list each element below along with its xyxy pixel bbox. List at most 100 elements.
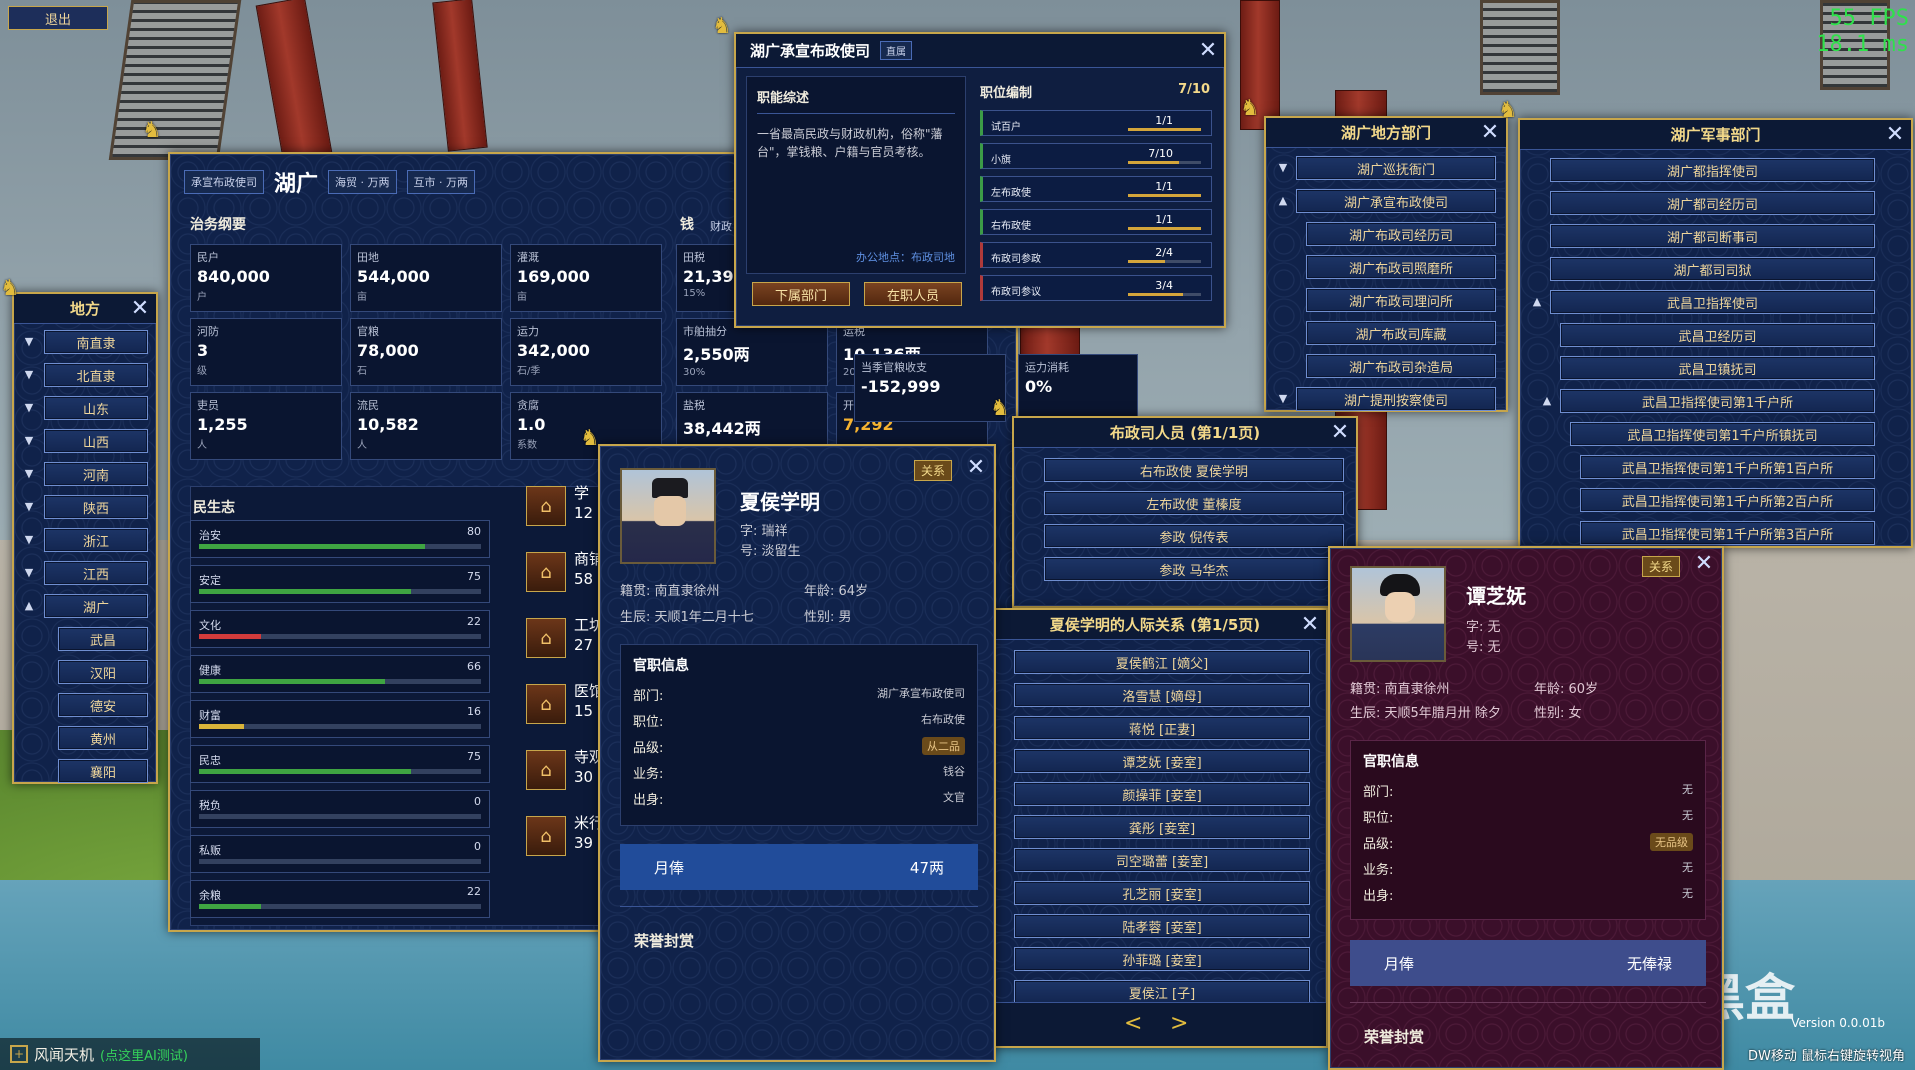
building-icon[interactable]: ⌂ (526, 816, 566, 856)
dept-item[interactable]: 湖广承宣布政使司 (1296, 189, 1496, 213)
dept-item[interactable]: 武昌卫经历司 (1560, 323, 1875, 347)
dept-item[interactable]: 武昌卫指挥使司第1千户所第1百户所 (1580, 455, 1875, 479)
office-location[interactable]: 办公地点：布政司地 (856, 249, 955, 265)
close-icon[interactable]: ✕ (1300, 614, 1320, 636)
relation-item[interactable]: 夏侯鹤江 [嫡父] (1014, 650, 1310, 674)
sub-region-item[interactable]: 武昌 (58, 627, 148, 651)
post-slot[interactable]: 布政司参议 3/4 (980, 275, 1212, 301)
chevron-down-icon[interactable]: ▼ (22, 368, 36, 382)
rumor-hint[interactable]: (点这里AI测试) (100, 1045, 188, 1064)
chevron-down-icon[interactable]: ▼ (22, 566, 36, 580)
dept-item[interactable]: 武昌卫镇抚司 (1560, 356, 1875, 380)
close-icon[interactable]: ✕ (1198, 40, 1218, 62)
relation-item[interactable]: 孙菲璐 [妾室] (1014, 947, 1310, 971)
close-icon[interactable]: ✕ (1694, 553, 1714, 575)
building-icon[interactable]: ⌂ (526, 618, 566, 658)
livelihood-label: 安定 (199, 574, 221, 587)
region-item[interactable]: 山西 (44, 429, 148, 453)
border-trade-tag: 互市 · 万两 (406, 170, 476, 194)
dept-item[interactable]: 武昌卫指挥使司第1千户所第2百户所 (1580, 488, 1875, 512)
dept-item[interactable]: 湖广都司经历司 (1550, 191, 1875, 215)
dept-item[interactable]: 湖广巡抚衙门 (1296, 156, 1496, 180)
dept-item[interactable]: 湖广布政司经历司 (1306, 222, 1496, 246)
relation-item[interactable]: 陆孝蓉 [妾室] (1014, 914, 1310, 938)
dept-item[interactable]: 武昌卫指挥使司第1千户所 (1560, 389, 1875, 413)
chevron-down-icon[interactable]: ▼ (1276, 161, 1290, 175)
region-item[interactable]: 山东 (44, 396, 148, 420)
relation-item[interactable]: 夏侯江 [子] (1014, 980, 1310, 1004)
dept-item[interactable]: 武昌卫指挥使司第1千户所第3百户所 (1580, 521, 1875, 545)
prev-page-button[interactable]: < (1124, 1011, 1142, 1036)
post-slot[interactable]: 布政司参政 2/4 (980, 242, 1212, 268)
chevron-down-icon[interactable]: ▼ (22, 467, 36, 481)
relation-item[interactable]: 孔芝丽 [妾室] (1014, 881, 1310, 905)
rumor-bar[interactable]: + 风闻天机 (点这里AI测试) (0, 1038, 260, 1070)
region-item[interactable]: 河南 (44, 462, 148, 486)
exit-button[interactable]: 退出 (8, 6, 108, 30)
relation-item[interactable]: 洛雪慧 [嫡母] (1014, 683, 1310, 707)
chevron-down-icon[interactable]: ▼ (22, 335, 36, 349)
dept-item[interactable]: 湖广布政司理问所 (1306, 288, 1496, 312)
building-icon[interactable]: ⌂ (526, 684, 566, 724)
region-item[interactable]: 北直隶 (44, 363, 148, 387)
chevron-up-icon[interactable]: ▲ (1276, 194, 1290, 208)
chevron-down-icon[interactable]: ▼ (22, 434, 36, 448)
dept-item[interactable]: 湖广布政司照磨所 (1306, 255, 1496, 279)
close-icon[interactable]: ✕ (130, 298, 150, 320)
dept-item[interactable]: 湖广布政司库藏 (1306, 321, 1496, 345)
building-icon[interactable]: ⌂ (526, 750, 566, 790)
close-icon[interactable]: ✕ (1885, 124, 1905, 146)
dept-item[interactable]: 武昌卫指挥使司第1千户所镇抚司 (1570, 422, 1875, 446)
sub-region-item[interactable]: 汉阳 (58, 660, 148, 684)
staff-item[interactable]: 参政 倪传表 (1044, 524, 1344, 548)
dept-item[interactable]: 武昌卫指挥使司 (1550, 290, 1875, 314)
relation-item[interactable]: 谭芝妩 [妾室] (1014, 749, 1310, 773)
stat-cell: 运力 342,000 石/季 (510, 318, 662, 386)
post-slot[interactable]: 试百户 1/1 (980, 110, 1212, 136)
staff-item[interactable]: 左布政使 董榛度 (1044, 491, 1344, 515)
stat-label: 流民 (357, 399, 379, 412)
post-slot[interactable]: 小旗 7/10 (980, 143, 1212, 169)
chevron-down-icon[interactable]: ▼ (1276, 392, 1290, 406)
relation-item[interactable]: 龚彤 [妾室] (1014, 815, 1310, 839)
region-item[interactable]: 江西 (44, 561, 148, 585)
relation-item[interactable]: 颜操菲 [妾室] (1014, 782, 1310, 806)
close-icon[interactable]: ✕ (1480, 122, 1500, 144)
close-icon[interactable]: ✕ (966, 457, 986, 479)
relation-item[interactable]: 蒋悦 [正妻] (1014, 716, 1310, 740)
region-item[interactable]: 陕西 (44, 495, 148, 519)
staff-button[interactable]: 在职人员 (864, 282, 962, 306)
dept-item[interactable]: 湖广布政司杂造局 (1306, 354, 1496, 378)
region-item[interactable]: 湖广 (44, 594, 148, 618)
region-item[interactable]: 浙江 (44, 528, 148, 552)
livelihood-value: 66 (467, 660, 481, 673)
sub-region-item[interactable]: 襄阳 (58, 759, 148, 783)
relation-tag[interactable]: 关系 (913, 460, 952, 481)
region-item[interactable]: 南直隶 (44, 330, 148, 354)
post-slot[interactable]: 右布政使 1/1 (980, 209, 1212, 235)
chevron-down-icon[interactable]: ▼ (22, 533, 36, 547)
chevron-up-icon[interactable]: ▲ (1530, 295, 1544, 309)
staff-item[interactable]: 右布政使 夏侯学明 (1044, 458, 1344, 482)
dept-item[interactable]: 湖广都司司狱 (1550, 257, 1875, 281)
dept-item[interactable]: 湖广提刑按察使司 (1296, 387, 1496, 411)
close-icon[interactable]: ✕ (1330, 422, 1350, 444)
chevron-down-icon[interactable]: ▼ (22, 401, 36, 415)
salary-value: 47两 (909, 858, 944, 877)
building-icon[interactable]: ⌂ (526, 486, 566, 526)
post-slot[interactable]: 左布政使 1/1 (980, 176, 1212, 202)
subordinate-depts-button[interactable]: 下属部门 (752, 282, 850, 306)
sub-region-item[interactable]: 黄州 (58, 726, 148, 750)
relation-item[interactable]: 司空璐蕾 [妾室] (1014, 848, 1310, 872)
chevron-up-icon[interactable]: ▲ (22, 599, 36, 613)
chevron-down-icon[interactable]: ▼ (22, 500, 36, 514)
dept-item[interactable]: 湖广都司断事司 (1550, 224, 1875, 248)
staff-item[interactable]: 参政 马华杰 (1044, 557, 1344, 581)
building-icon[interactable]: ⌂ (526, 552, 566, 592)
dept-item[interactable]: 湖广都指挥使司 (1550, 158, 1875, 182)
next-page-button[interactable]: > (1170, 1011, 1188, 1036)
sub-region-item[interactable]: 德安 (58, 693, 148, 717)
chevron-up-icon[interactable]: ▲ (1540, 394, 1554, 408)
section-office: 官职信息 (633, 658, 689, 674)
relation-tag[interactable]: 关系 (1641, 556, 1680, 577)
